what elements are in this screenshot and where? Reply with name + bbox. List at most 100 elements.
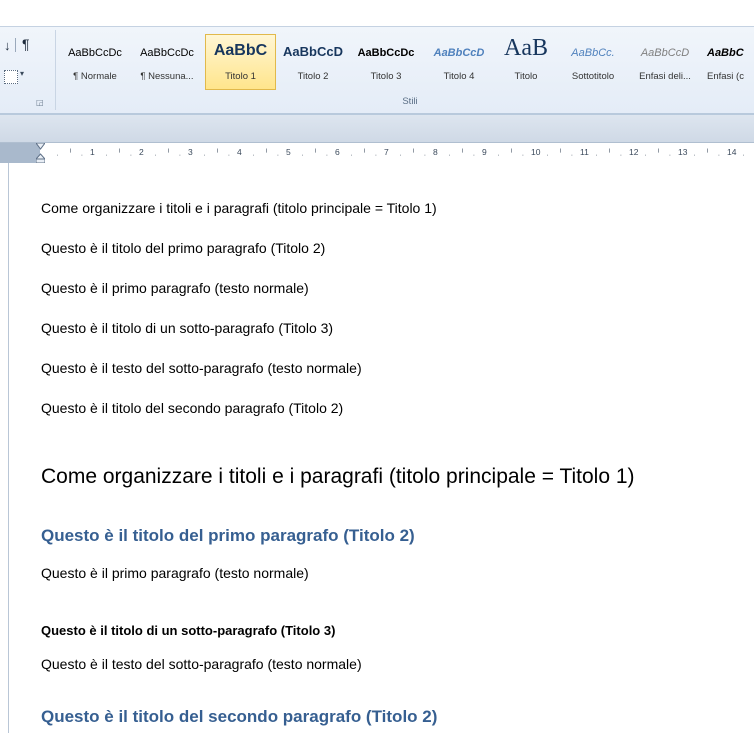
ruler-tick: ╵ [705,150,710,157]
ruler-tick: · [178,152,182,159]
ruler-tick: · [546,152,549,159]
ruler-tick: · [644,152,647,159]
style-titolo-3[interactable]: AaBbCcDc Titolo 3 [350,34,422,90]
ruler-tick: · [227,152,231,159]
plain-line-4: Questo è il titolo di un sotto-paragrafo… [41,320,334,336]
style-titolo-2[interactable]: AaBbCcD Titolo 2 [278,34,348,90]
style-enfasi-delicata[interactable]: AaBbCcD Enfasi deli... [630,34,700,90]
ruler-tick: ╵ [558,150,563,157]
ruler-tick: · [595,152,598,159]
style-label: ¶ Nessuna... [140,71,194,82]
ruler-tick: · [448,152,451,159]
ruler-tick: ╵ [362,150,367,157]
ruler-tick: ╵ [166,150,171,157]
style-label: Enfasi (c [707,71,744,82]
ruler-tick: · [105,152,108,159]
ruler-tick: · [423,152,427,159]
style-titolo[interactable]: AaB Titolo [496,34,556,90]
style-label: Enfasi deli... [639,71,691,82]
style-normale[interactable]: AaBbCcDc ¶ Normale [60,34,130,90]
ruler-number: 7 [384,147,389,157]
ruler-tick: · [668,152,672,159]
sort-icon[interactable]: ↓ [4,38,11,53]
ruler-tick: · [56,152,59,159]
ruler-tick: ╵ [411,150,416,157]
styles-gallery: AaBbCcDc ¶ Normale AaBbCcDc ¶ Nessuna...… [60,34,754,92]
horizontal-ruler[interactable]: · ╵ · 1 · ╵ · 2 · ╵ · 3 · ╵ · 4 · ╵ · 5 · ╵ · 6 · ╵ · 7 · ╵ · 8 · ╵ · 9 · ╵ · 1… [0,142,754,164]
ruler-number: 3 [188,147,193,157]
ruler-tick: ╵ [117,150,122,157]
ruler-tick: · [742,152,745,159]
body-text-first: Questo è il primo paragrafo (testo norma… [41,565,309,581]
ruler-tick: · [80,152,84,159]
ruler-number: 2 [139,147,144,157]
style-nessuna-spaziatura[interactable]: AaBbCcDc ¶ Nessuna... [132,34,202,90]
show-formatting-button[interactable]: ¶ [22,36,30,52]
ruler-tick: · [570,152,574,159]
style-preview: AaBbCcDc [68,47,122,59]
style-preview: AaB [504,35,548,61]
ruler-tick: · [472,152,476,159]
separator [15,38,16,52]
ruler-tick: · [399,152,402,159]
style-preview: AaBbC [213,42,268,59]
ruler-number: 4 [237,147,242,157]
borders-icon[interactable] [4,70,18,84]
document-area-header [0,115,754,142]
body-text-sub: Questo è il testo del sotto-paragrafo (t… [41,656,362,672]
ribbon: ↓ ¶ ▾ ◲ AaBbCcDc ¶ Normale AaBbCcDc ¶ Ne… [0,0,754,115]
indent-marker-icon[interactable] [36,143,45,163]
ruler-number: 14 [727,147,737,157]
ruler-number: 8 [433,147,438,157]
ruler-number: 9 [482,147,487,157]
ruler-tick: · [497,152,500,159]
style-preview: AaBbCcD [283,44,343,59]
style-label: Titolo 2 [297,71,329,82]
chevron-down-icon[interactable]: ▾ [20,69,24,78]
ruler-tick: · [350,152,353,159]
ruler-tick: ╵ [656,150,661,157]
ruler-number: 6 [335,147,340,157]
heading-3: Questo è il titolo di un sotto-paragrafo… [41,623,336,638]
ruler-left-margin [0,143,40,163]
style-titolo-1[interactable]: AaBbC Titolo 1 [205,34,276,90]
style-sottotitolo[interactable]: AaBbCc. Sottotitolo [558,34,628,90]
style-preview: AaBbCcDc [357,47,415,59]
plain-line-6: Questo è il titolo del secondo paragrafo… [41,400,344,416]
ruler-tick: ╵ [264,150,269,157]
ruler-tick: · [154,152,157,159]
group-separator [55,30,56,110]
style-titolo-4[interactable]: AaBbCcD Titolo 4 [424,34,494,90]
page-left-edge [8,163,9,733]
ruler-tick: ╵ [215,150,220,157]
style-label: Titolo 1 [225,71,256,82]
heading-1: Come organizzare i titoli e i paragrafi … [41,465,635,488]
ruler-tick: · [374,152,378,159]
paragraph-group: ↓ ¶ ▾ ◲ [0,26,55,113]
ruler-number: 13 [678,147,688,157]
heading-2-first: Questo è il titolo del primo paragrafo (… [41,526,415,545]
styles-group-label: Stili [402,96,418,107]
plain-line-2: Questo è il titolo del primo paragrafo (… [41,240,326,256]
ruler-tick: · [693,152,696,159]
ruler-number: 12 [629,147,639,157]
style-preview: AaBbCcD [433,47,485,59]
ruler-tick: ╵ [313,150,318,157]
style-label: Titolo [514,71,538,82]
style-label: Sottotitolo [571,71,615,82]
ruler-tick: ╵ [460,150,465,157]
ruler-number: 1 [90,147,95,157]
ruler-tick: ╵ [68,150,73,157]
ruler-number: 10 [531,147,541,157]
dialog-launcher-icon[interactable]: ◲ [36,98,44,107]
ruler-tick: · [717,152,721,159]
plain-line-3: Questo è il primo paragrafo (testo norma… [41,280,309,296]
style-preview: AaBbC [707,47,744,59]
ruler-tick: ╵ [509,150,514,157]
style-enfasi-corsivo[interactable]: AaBbC Enfasi (c [702,34,754,90]
ruler-tick: · [252,152,255,159]
style-preview: AaBbCc. [571,47,615,59]
ruler-number: 5 [286,147,291,157]
style-label: ¶ Normale [73,71,117,82]
style-preview: AaBbCcDc [140,47,194,59]
